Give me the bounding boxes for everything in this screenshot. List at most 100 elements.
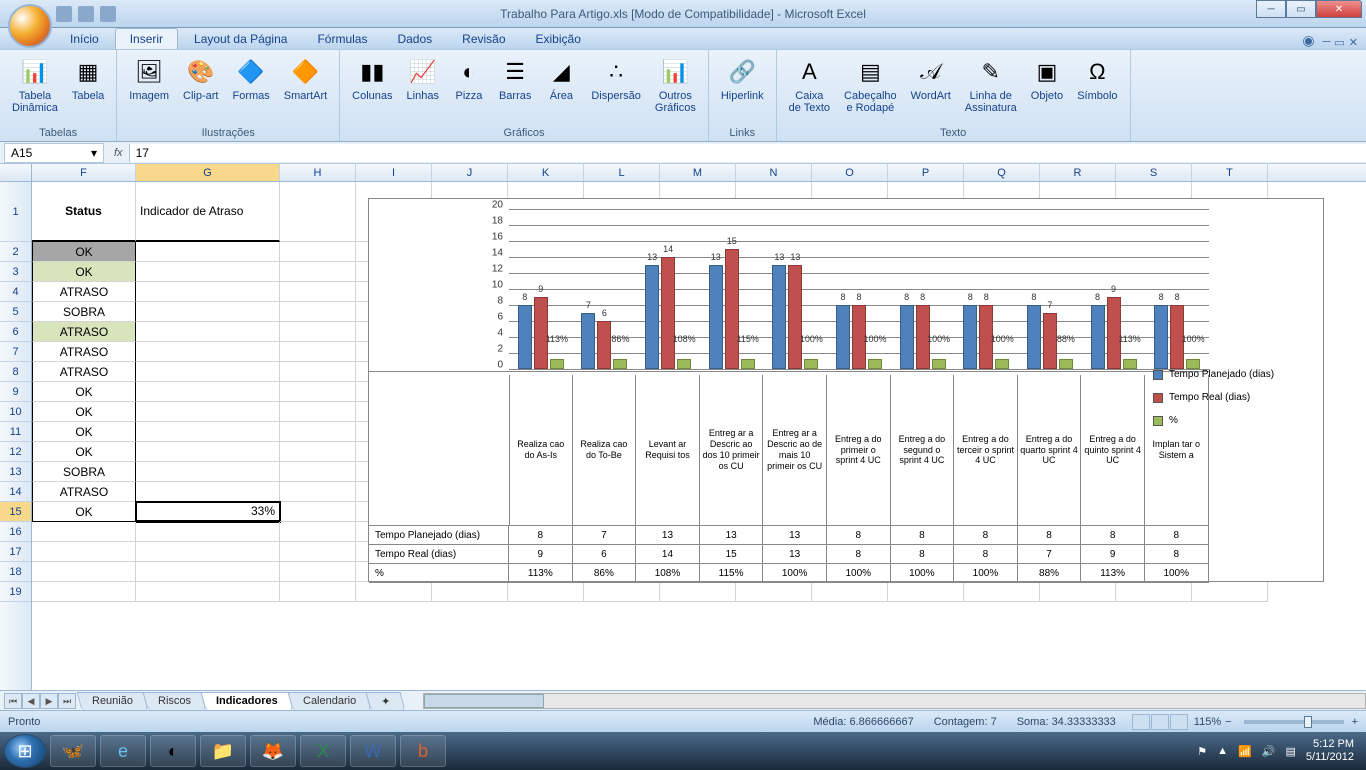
- row-header[interactable]: 4: [0, 282, 31, 302]
- cell[interactable]: OK: [32, 442, 136, 462]
- cell[interactable]: [736, 582, 812, 602]
- col-header-R[interactable]: R: [1040, 164, 1116, 181]
- cell[interactable]: [136, 562, 280, 582]
- cell[interactable]: [280, 582, 356, 602]
- cell[interactable]: [280, 282, 356, 302]
- col-header-K[interactable]: K: [508, 164, 584, 181]
- row-header[interactable]: 9: [0, 382, 31, 402]
- ribbon-button[interactable]: ▤Cabeçalhoe Rodapé: [838, 54, 903, 116]
- taskbar-app-3[interactable]: ◐: [150, 735, 196, 767]
- fx-icon[interactable]: fx: [108, 147, 129, 159]
- col-header-J[interactable]: J: [432, 164, 508, 181]
- minimize-button[interactable]: ─: [1256, 0, 1286, 18]
- cell[interactable]: ATRASO: [32, 322, 136, 342]
- col-header-I[interactable]: I: [356, 164, 432, 181]
- zoom-out-button[interactable]: −: [1225, 716, 1231, 728]
- tab-dados[interactable]: Dados: [383, 29, 446, 49]
- cell[interactable]: [136, 542, 280, 562]
- embedded-chart[interactable]: 02468101214161820 89113%7686%1314108%131…: [368, 198, 1324, 582]
- cell[interactable]: [136, 282, 280, 302]
- ribbon-button[interactable]: 📈Linhas: [401, 54, 445, 104]
- cell[interactable]: [812, 582, 888, 602]
- col-header-F[interactable]: F: [32, 164, 136, 181]
- zoom-in-button[interactable]: +: [1352, 716, 1358, 728]
- ribbon-button[interactable]: 🖼Imagem: [123, 54, 175, 104]
- taskbar-word[interactable]: W: [350, 735, 396, 767]
- taskbar-excel[interactable]: X: [300, 735, 346, 767]
- col-header-H[interactable]: H: [280, 164, 356, 181]
- horizontal-scrollbar[interactable]: [423, 693, 1366, 709]
- cell[interactable]: [280, 482, 356, 502]
- cell[interactable]: [32, 542, 136, 562]
- cell[interactable]: [136, 302, 280, 322]
- zoom-level[interactable]: 115%: [1194, 716, 1221, 728]
- ribbon-button[interactable]: ◐Pizza: [447, 54, 491, 104]
- cell[interactable]: [280, 382, 356, 402]
- col-header-M[interactable]: M: [660, 164, 736, 181]
- sheet-tab[interactable]: Calendario: [287, 692, 371, 710]
- row-header[interactable]: 14: [0, 482, 31, 502]
- tray-volume-icon[interactable]: 🔊: [1262, 745, 1276, 758]
- cell[interactable]: ATRASO: [32, 482, 136, 502]
- cell[interactable]: [888, 582, 964, 602]
- sheet-nav-first[interactable]: ⏮: [4, 693, 22, 709]
- formula-input[interactable]: 17: [129, 144, 1366, 162]
- cell[interactable]: [32, 562, 136, 582]
- cell[interactable]: [1192, 582, 1268, 602]
- ribbon-button[interactable]: ∴Dispersão: [585, 54, 647, 104]
- ribbon-button[interactable]: ▣Objeto: [1025, 54, 1069, 104]
- taskbar-ie[interactable]: e: [100, 735, 146, 767]
- row-header[interactable]: 6: [0, 322, 31, 342]
- cell[interactable]: [356, 582, 432, 602]
- tray-flag-icon[interactable]: ⚑: [1197, 745, 1207, 758]
- cell[interactable]: [1040, 582, 1116, 602]
- row-header[interactable]: 12: [0, 442, 31, 462]
- cell[interactable]: OK: [32, 402, 136, 422]
- sheet-tab[interactable]: Indicadores: [201, 692, 294, 710]
- cell[interactable]: [280, 182, 356, 242]
- cell[interactable]: SOBRA: [32, 462, 136, 482]
- sheet-nav-next[interactable]: ▶: [40, 693, 58, 709]
- cell[interactable]: [136, 522, 280, 542]
- cell[interactable]: [280, 442, 356, 462]
- ribbon-button[interactable]: 📊OutrosGráficos: [649, 54, 702, 116]
- tray-clock[interactable]: 5:12 PM 5/11/2012: [1306, 738, 1354, 764]
- row-header[interactable]: 1: [0, 182, 31, 242]
- qat-undo-icon[interactable]: [78, 6, 94, 22]
- cell[interactable]: [660, 582, 736, 602]
- row-header[interactable]: 19: [0, 582, 31, 602]
- cell[interactable]: [1116, 582, 1192, 602]
- ribbon-button[interactable]: ☰Barras: [493, 54, 537, 104]
- col-header-S[interactable]: S: [1116, 164, 1192, 181]
- tab-inicio[interactable]: Início: [56, 29, 113, 49]
- cell[interactable]: [280, 322, 356, 342]
- row-header[interactable]: 11: [0, 422, 31, 442]
- cell[interactable]: [280, 562, 356, 582]
- tray-icon[interactable]: ▲: [1217, 745, 1228, 757]
- qat-redo-icon[interactable]: [100, 6, 116, 22]
- cell[interactable]: ATRASO: [32, 362, 136, 382]
- cell[interactable]: ATRASO: [32, 342, 136, 362]
- taskbar-explorer[interactable]: 📁: [200, 735, 246, 767]
- tab-inserir[interactable]: Inserir: [115, 28, 178, 49]
- name-box[interactable]: A15 ▾: [4, 143, 104, 163]
- cell[interactable]: ATRASO: [32, 282, 136, 302]
- row-header[interactable]: 18: [0, 562, 31, 582]
- tab-revisao[interactable]: Revisão: [448, 29, 519, 49]
- tab-layout[interactable]: Layout da Página: [180, 29, 301, 49]
- row-header[interactable]: 15: [0, 502, 31, 522]
- cell[interactable]: [280, 542, 356, 562]
- cell[interactable]: OK: [32, 422, 136, 442]
- tab-formulas[interactable]: Fórmulas: [303, 29, 381, 49]
- cell[interactable]: OK: [32, 262, 136, 282]
- cell[interactable]: [136, 322, 280, 342]
- cell[interactable]: [280, 422, 356, 442]
- view-normal-button[interactable]: [1132, 714, 1150, 730]
- cell[interactable]: [964, 582, 1040, 602]
- ribbon-button[interactable]: ACaixade Texto: [783, 54, 836, 116]
- ribbon-button[interactable]: 🔗Hiperlink: [715, 54, 770, 104]
- cell[interactable]: [280, 242, 356, 262]
- row-header[interactable]: 10: [0, 402, 31, 422]
- row-header[interactable]: 7: [0, 342, 31, 362]
- cell[interactable]: [280, 362, 356, 382]
